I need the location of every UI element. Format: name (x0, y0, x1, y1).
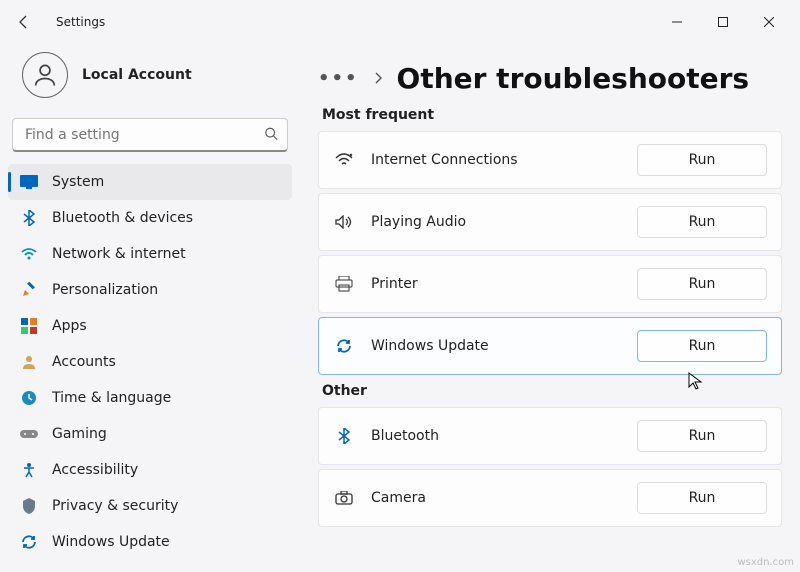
maximize-icon (718, 17, 728, 27)
window-title: Settings (56, 15, 105, 29)
time-icon (20, 389, 38, 407)
sidebar-item-accessibility[interactable]: Accessibility (8, 452, 292, 488)
search-input[interactable] (12, 118, 288, 152)
printer-icon (333, 276, 355, 292)
sidebar-item-gaming[interactable]: Gaming (8, 416, 292, 452)
person-icon (31, 61, 59, 89)
chevron-right-icon (373, 69, 383, 88)
troubleshooter-card[interactable]: Bluetooth Run (318, 407, 782, 465)
sidebar-item-label: Privacy & security (52, 498, 178, 514)
run-button[interactable]: Run (637, 268, 767, 300)
account-block[interactable]: Local Account (8, 44, 292, 118)
audio-icon (333, 215, 355, 229)
run-button[interactable]: Run (637, 330, 767, 362)
run-button[interactable]: Run (637, 420, 767, 452)
page-title: Other troubleshooters (397, 62, 750, 95)
apps-icon (20, 317, 38, 335)
privacy-icon (20, 497, 38, 515)
sidebar-item-label: System (52, 174, 104, 190)
run-button[interactable]: Run (637, 144, 767, 176)
back-button[interactable] (8, 6, 40, 38)
wifi-icon (333, 153, 355, 167)
search-icon (264, 126, 278, 145)
update-icon (333, 338, 355, 354)
run-button[interactable]: Run (637, 206, 767, 238)
sidebar-item-label: Bluetooth & devices (52, 210, 193, 226)
sidebar-item-label: Gaming (52, 426, 107, 442)
accounts-icon (20, 353, 38, 371)
sidebar-item-privacy[interactable]: Privacy & security (8, 488, 292, 524)
troubleshooter-card[interactable]: Camera Run (318, 469, 782, 527)
sidebar-item-label: Apps (52, 318, 87, 334)
sidebar-item-label: Accessibility (52, 462, 138, 478)
sidebar-item-label: Network & internet (52, 246, 186, 262)
troubleshooter-label: Printer (371, 276, 418, 292)
close-button[interactable] (746, 6, 792, 38)
sidebar-item-label: Time & language (52, 390, 171, 406)
troubleshooter-card[interactable]: Printer Run (318, 255, 782, 313)
bluetooth-icon (20, 209, 38, 227)
account-name: Local Account (82, 67, 192, 83)
maximize-button[interactable] (700, 6, 746, 38)
watermark: wsxdn.com (737, 557, 794, 568)
arrow-left-icon (16, 14, 32, 30)
sidebar-item-label: Personalization (52, 282, 158, 298)
main-content: ••• Other troubleshooters Most frequent I… (300, 44, 800, 572)
sidebar-item-label: Windows Update (52, 534, 170, 550)
troubleshooter-label: Camera (371, 490, 426, 506)
minimize-button[interactable] (654, 6, 700, 38)
troubleshooter-label: Bluetooth (371, 428, 439, 444)
section-title: Other (322, 383, 782, 399)
update-icon (20, 533, 38, 551)
network-icon (20, 245, 38, 263)
sidebar-item-apps[interactable]: Apps (8, 308, 292, 344)
window-controls (654, 6, 792, 38)
sidebar-item-update[interactable]: Windows Update (8, 524, 292, 560)
sidebar: Local Account System Bluetooth & devices N… (0, 44, 300, 572)
search-wrap (12, 118, 288, 152)
accessibility-icon (20, 461, 38, 479)
system-icon (20, 173, 38, 191)
gaming-icon (20, 425, 38, 443)
sidebar-item-system[interactable]: System (8, 164, 292, 200)
breadcrumb-ellipsis[interactable]: ••• (318, 68, 359, 89)
sidebar-item-personalization[interactable]: Personalization (8, 272, 292, 308)
section-title: Most frequent (322, 107, 782, 123)
troubleshooter-label: Playing Audio (371, 214, 466, 230)
troubleshooter-card[interactable]: Playing Audio Run (318, 193, 782, 251)
personalization-icon (20, 281, 38, 299)
troubleshooter-card[interactable]: Windows Update Run (318, 317, 782, 375)
run-button[interactable]: Run (637, 482, 767, 514)
titlebar: Settings (0, 0, 800, 44)
sidebar-item-bluetooth[interactable]: Bluetooth & devices (8, 200, 292, 236)
sidebar-item-time[interactable]: Time & language (8, 380, 292, 416)
troubleshooter-label: Internet Connections (371, 152, 518, 168)
avatar (22, 52, 68, 98)
sidebar-item-label: Accounts (52, 354, 116, 370)
nav-list: System Bluetooth & devices Network & inter… (8, 164, 292, 560)
minimize-icon (672, 17, 682, 27)
sidebar-item-accounts[interactable]: Accounts (8, 344, 292, 380)
breadcrumb: ••• Other troubleshooters (318, 62, 782, 95)
troubleshooter-card[interactable]: Internet Connections Run (318, 131, 782, 189)
close-icon (764, 17, 774, 27)
troubleshooter-label: Windows Update (371, 338, 489, 354)
camera-icon (333, 491, 355, 505)
sidebar-item-network[interactable]: Network & internet (8, 236, 292, 272)
bluetooth-icon (333, 428, 355, 444)
